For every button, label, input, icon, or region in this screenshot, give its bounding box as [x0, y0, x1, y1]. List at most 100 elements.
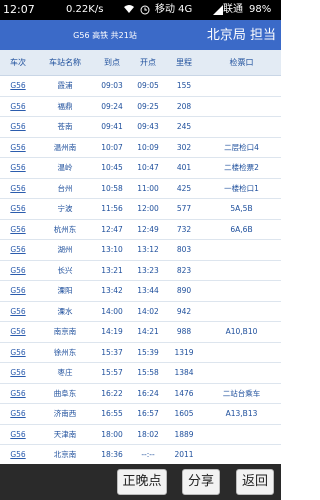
table-row: G56 北京南 18:36 --:-- 2011 — [0, 445, 281, 466]
arrive-time: 09:41 — [101, 122, 123, 131]
header-station: 车站名称 — [49, 58, 81, 67]
distance: 732 — [176, 224, 192, 234]
train-link[interactable]: G56 — [0, 302, 36, 322]
arrive-time: 10:07 — [101, 142, 123, 152]
distance: 988 — [176, 327, 192, 336]
arrive-time: 16:55 — [101, 409, 123, 418]
table-row: G56 苍南 09:41 09:43 245 — [0, 117, 281, 138]
ticket-gate: A10,B10 — [225, 327, 258, 336]
distance: 577 — [176, 204, 192, 213]
station-name: 枣庄 — [57, 368, 73, 377]
table-row: G56 温州南 10:07 10:09 302 二层检口4 — [0, 138, 281, 158]
depart-time: 13:23 — [137, 265, 159, 275]
table-row: G56 霞浦 09:03 09:05 155 — [0, 76, 281, 97]
station-name: 长兴 — [57, 265, 73, 275]
table-row: G56 溧阳 13:42 13:44 890 — [0, 281, 281, 302]
ticket-gate: 5A,5B — [230, 204, 253, 213]
table-row: G56 湖州 13:10 13:12 803 — [0, 240, 281, 261]
depart-time: 12:49 — [137, 224, 159, 234]
arrive-time: 09:03 — [101, 81, 123, 90]
arrive-time: 12:47 — [101, 224, 123, 234]
depart-time: 18:02 — [137, 429, 159, 439]
station-name: 宁波 — [57, 204, 73, 213]
train-link[interactable]: G56 — [0, 322, 36, 342]
station-name: 天津南 — [53, 429, 77, 439]
train-link[interactable]: G56 — [0, 240, 36, 260]
alarm-icon — [140, 5, 150, 15]
station-name: 霞浦 — [57, 81, 73, 90]
distance: 1605 — [174, 409, 194, 418]
network-speed: 0.22K/s — [66, 4, 104, 15]
ticket-gate: A13,B13 — [225, 409, 258, 418]
operator-unicom: 联通 — [223, 4, 243, 15]
header-train: 车次 — [10, 58, 26, 67]
table-row: G56 南京南 14:19 14:21 988 A10,B10 — [0, 322, 281, 343]
status-time: 12:07 — [3, 3, 35, 16]
train-link[interactable]: G56 — [0, 220, 36, 240]
train-link[interactable]: G56 — [0, 138, 36, 158]
ticket-gate: 二层检口4 — [224, 142, 259, 152]
table-row: G56 长兴 13:21 13:23 823 — [0, 261, 281, 281]
train-link[interactable]: G56 — [0, 76, 36, 96]
arrive-time: 13:21 — [101, 265, 123, 275]
arrive-time: 14:00 — [101, 306, 123, 316]
train-link[interactable]: G56 — [0, 199, 36, 219]
share-button[interactable]: 分享 — [182, 469, 220, 495]
station-name: 曲阜东 — [53, 388, 77, 398]
delay-status-button[interactable]: 正晚点 — [117, 469, 167, 495]
table-header: 车次 车站名称 到点 开点 里程 检票口 — [0, 50, 281, 76]
station-name: 温岭 — [57, 163, 73, 172]
arrive-time: 13:42 — [101, 286, 123, 295]
train-link[interactable]: G56 — [0, 363, 36, 383]
depart-time: 13:44 — [137, 286, 159, 295]
arrive-time: 10:45 — [101, 163, 123, 172]
arrive-time: 15:37 — [101, 347, 123, 357]
distance: 245 — [176, 122, 192, 131]
signal-icon — [213, 5, 223, 15]
train-link[interactable]: G56 — [0, 158, 36, 178]
train-link[interactable]: G56 — [0, 343, 36, 363]
train-link[interactable]: G56 — [0, 384, 36, 404]
train-link[interactable]: G56 — [0, 97, 36, 117]
table-row: G56 枣庄 15:57 15:58 1384 — [0, 363, 281, 384]
station-name: 溧水 — [57, 306, 73, 316]
train-link[interactable]: G56 — [0, 425, 36, 445]
train-link[interactable]: G56 — [0, 281, 36, 301]
table-row: G56 曲阜东 16:22 16:24 1476 二站台乘车 — [0, 384, 281, 404]
train-link[interactable]: G56 — [0, 404, 36, 424]
distance: 823 — [176, 265, 192, 275]
train-link[interactable]: G56 — [0, 445, 36, 465]
station-name: 湖州 — [57, 245, 73, 254]
station-name: 南京南 — [53, 327, 77, 336]
distance: 208 — [176, 101, 192, 111]
depart-time: 14:21 — [137, 327, 159, 336]
wifi-icon — [124, 5, 134, 13]
train-link[interactable]: G56 — [0, 261, 36, 281]
station-name: 福鼎 — [57, 101, 73, 111]
distance: 302 — [176, 142, 192, 152]
depart-time: 09:25 — [137, 101, 159, 111]
station-name: 杭州东 — [53, 224, 77, 234]
ticket-gate: 二站台乘车 — [222, 388, 261, 398]
arrive-time: 18:00 — [101, 429, 123, 439]
back-button[interactable]: 返回 — [236, 469, 274, 495]
app-header: G56 高铁 共21站 北京局 担当 — [0, 20, 281, 50]
train-link[interactable]: G56 — [0, 179, 36, 199]
depart-time: 12:00 — [137, 204, 159, 213]
header-arrive: 到点 — [104, 58, 120, 67]
depart-time: --:-- — [141, 450, 155, 459]
depart-time: 11:00 — [137, 183, 159, 193]
depart-time: 09:43 — [137, 122, 159, 131]
ticket-gate: 二楼检票2 — [224, 163, 259, 172]
station-name: 温州南 — [53, 142, 77, 152]
table-row: G56 溧水 14:00 14:02 942 — [0, 302, 281, 322]
station-name: 北京南 — [53, 450, 77, 459]
distance: 2011 — [174, 450, 194, 459]
table-row: G56 台州 10:58 11:00 425 一楼检口1 — [0, 179, 281, 199]
station-name: 济南西 — [53, 409, 77, 418]
train-link[interactable]: G56 — [0, 117, 36, 137]
arrive-time: 13:10 — [101, 245, 123, 254]
table-row: G56 天津南 18:00 18:02 1889 — [0, 425, 281, 445]
battery-level: 98% — [249, 4, 272, 15]
depart-time: 16:57 — [137, 409, 159, 418]
